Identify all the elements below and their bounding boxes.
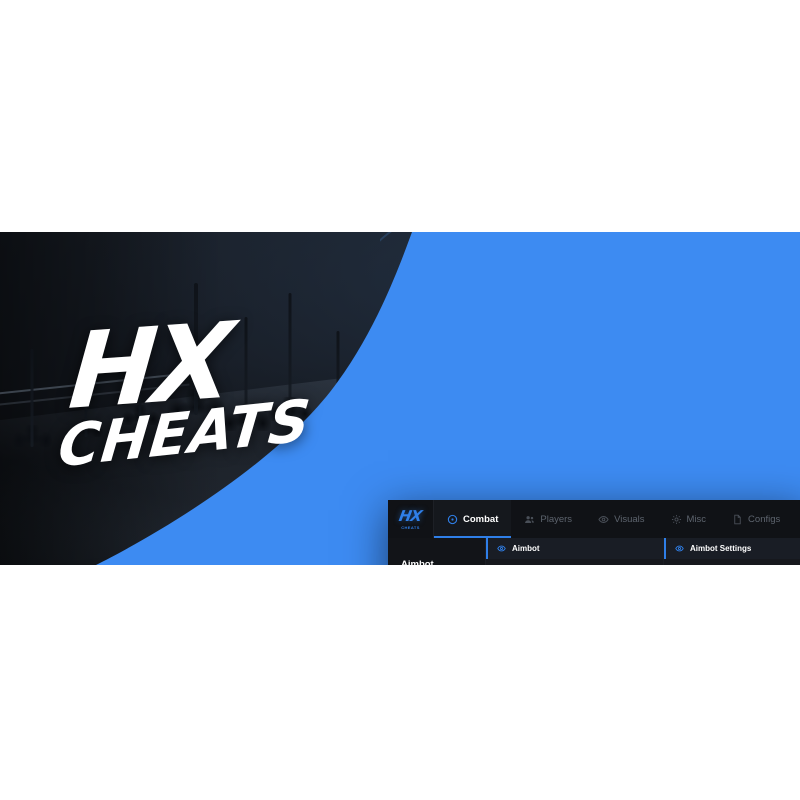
- eye-icon: [675, 544, 684, 553]
- tab-clipped[interactable]: Tr: [793, 500, 800, 538]
- menu-tabs: Combat Players Visuals Misc Configs: [434, 500, 800, 538]
- file-icon: [732, 514, 743, 525]
- tab-visuals[interactable]: Visuals: [585, 500, 657, 538]
- tab-label: Combat: [463, 513, 499, 525]
- panel-title: Aimbot: [512, 544, 540, 553]
- eye-icon: [598, 514, 609, 525]
- crosshair-icon: [447, 514, 458, 525]
- tab-configs[interactable]: Configs: [719, 500, 793, 538]
- aimbot-settings-header: Aimbot Settings: [664, 538, 800, 559]
- menu-topbar: HX CHEATS Combat Players Visuals Misc Co…: [388, 500, 800, 538]
- eye-icon: [497, 544, 506, 553]
- brand-sub-text: CHEATS: [401, 524, 420, 530]
- tab-players[interactable]: Players: [511, 500, 585, 538]
- row-smoothing[interactable]: Smoothing: [664, 559, 800, 566]
- tab-misc[interactable]: Misc: [658, 500, 720, 538]
- menu-sidebar: Aimbot Trigger Bot Weapons: [388, 538, 486, 565]
- sidebar-item-label: Aimbot: [401, 559, 434, 565]
- promo-banner: HX CHEATS HX CHEATS Combat Players Visua…: [0, 232, 800, 565]
- tab-label: Misc: [686, 513, 707, 525]
- aimbot-panel-header: Aimbot: [486, 538, 663, 559]
- sidebar-item-aimbot[interactable]: Aimbot: [388, 550, 485, 565]
- row-label: Smoothing: [674, 565, 715, 566]
- panel-title: Aimbot Settings: [690, 544, 752, 553]
- menu-body: Aimbot Trigger Bot Weapons: [388, 538, 800, 565]
- people-icon: [524, 514, 535, 525]
- tab-label: Configs: [748, 513, 781, 525]
- screenshot-root: HX CHEATS HX CHEATS Combat Players Visua…: [0, 0, 800, 800]
- tab-label: Visuals: [614, 513, 645, 525]
- gear-icon: [671, 514, 682, 525]
- cheat-menu-window: HX CHEATS Combat Players Visuals Misc Co…: [388, 500, 800, 565]
- menu-brand-logo: HX CHEATS: [388, 500, 434, 538]
- aimbot-settings-panel: Aimbot Settings Smoothing Maximum Distan…: [664, 538, 800, 565]
- row-enabled[interactable]: Enabled: [486, 559, 663, 565]
- brand-mark-text: HX: [397, 506, 424, 525]
- aimbot-panel: Aimbot Enabled Hotkey M2 Bone: [486, 538, 664, 565]
- settings-columns: Aimbot Enabled Hotkey M2 Bone: [486, 538, 800, 565]
- tab-combat[interactable]: Combat: [434, 500, 512, 538]
- tab-label: Players: [540, 513, 573, 525]
